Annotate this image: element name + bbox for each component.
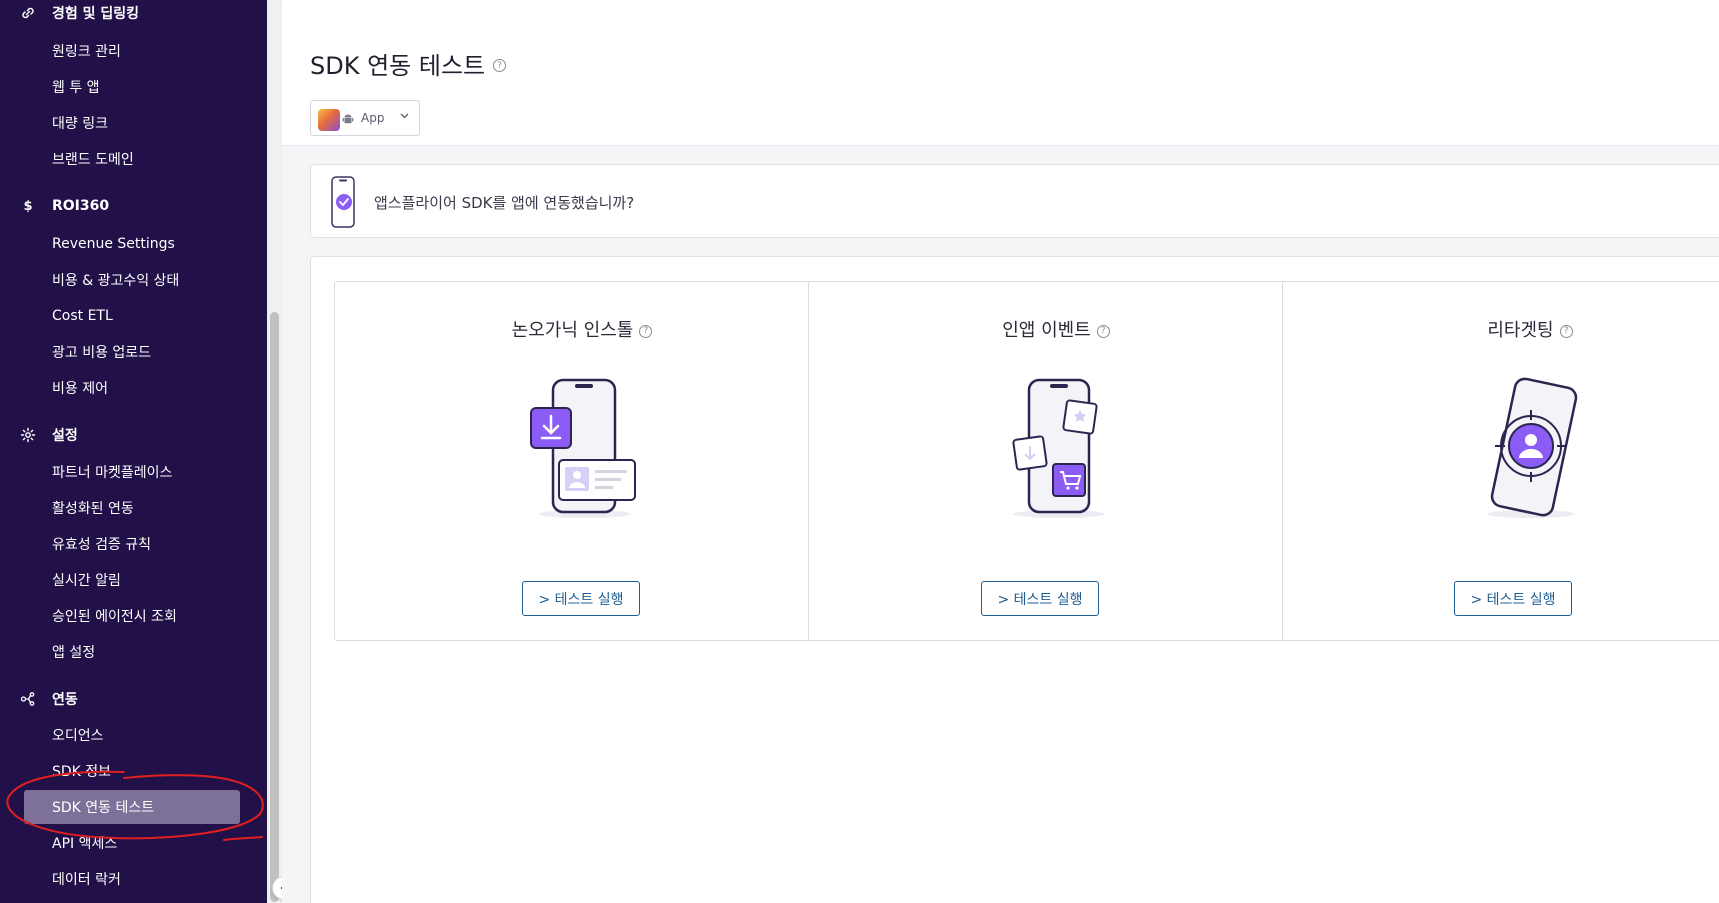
sidebar-item-brand-domain[interactable]: 브랜드 도메인 — [24, 142, 240, 176]
sidebar-item-audiences[interactable]: 오디언스 — [24, 718, 240, 752]
sidebar-item-sdk-info[interactable]: SDK 정보 — [24, 754, 240, 788]
page-title: SDK 연동 테스트 — [310, 52, 486, 80]
sidebar-section-label: 연동 — [52, 692, 78, 708]
sidebar-item-active-integrations[interactable]: 활성화된 연동 — [24, 491, 240, 525]
sidebar-item-cost-revenue-status[interactable]: 비용 & 광고수익 상태 — [24, 263, 240, 297]
app-selector-label: App — [361, 111, 385, 125]
sidebar-item-api-access[interactable]: API 액세스 — [24, 826, 240, 860]
sdk-integration-banner: 앱스플라이어 SDK를 앱에 연동했습니까? — [310, 164, 1719, 238]
sidebar-item-realtime-alerts[interactable]: 실시간 알림 — [24, 563, 240, 597]
link-icon — [20, 5, 36, 21]
card-title: 리타겟팅? — [1283, 316, 1719, 342]
card-non-organic-install: 논오가닉 인스톨? > 테스트 실행 — [334, 281, 830, 641]
gear-icon — [20, 427, 36, 443]
sidebar-section-integration[interactable]: 연동 — [0, 684, 267, 714]
page-header: SDK 연동 테스트 ? App — [282, 6, 1719, 146]
card-title-text: 인앱 이벤트 — [1002, 320, 1091, 341]
sidebar-item-ad-cost-upload[interactable]: 광고 비용 업로드 — [24, 335, 240, 369]
sidebar-item-partner-marketplace[interactable]: 파트너 마켓플레이스 — [24, 455, 240, 489]
sidebar-item-bulk-links[interactable]: 대량 링크 — [24, 106, 240, 140]
sidebar-item-cost-etl[interactable]: Cost ETL — [24, 299, 240, 333]
card-retargeting: 리타겟팅? > 테스트 실행 — [1282, 281, 1719, 641]
android-icon — [342, 114, 354, 124]
test-cards-panel: 논오가닉 인스톨? > 테스트 실행 인앱 이벤트? > 테스트 실행 리타겟팅… — [310, 256, 1719, 903]
card-title: 인앱 이벤트? — [809, 316, 1303, 342]
app-icon — [318, 109, 340, 131]
sidebar-section-label: 경험 및 딥링킹 — [52, 6, 140, 22]
card-title: 논오가닉 인스톨? — [335, 316, 829, 342]
sidebar-item-sdk-integration-test[interactable]: SDK 연동 테스트 — [24, 790, 240, 824]
help-icon[interactable]: ? — [639, 324, 653, 338]
retargeting-illustration — [1487, 377, 1578, 518]
sidebar-scrollbar-thumb[interactable] — [270, 312, 279, 902]
sidebar-item-app-settings[interactable]: 앱 설정 — [24, 635, 240, 669]
in-app-events-illustration — [1012, 378, 1105, 518]
install-illustration — [530, 378, 636, 518]
run-test-button[interactable]: > 테스트 실행 — [1454, 581, 1572, 616]
card-in-app-events: 인앱 이벤트? > 테스트 실행 — [808, 281, 1304, 641]
help-icon[interactable]: ? — [493, 59, 506, 72]
sidebar-item-cost-control[interactable]: 비용 제어 — [24, 371, 240, 405]
sidebar-item-data-locker[interactable]: 데이터 락커 — [24, 862, 240, 896]
sidebar-item-revenue-settings[interactable]: Revenue Settings — [24, 227, 240, 261]
sidebar-section-label: 설정 — [52, 428, 78, 444]
banner-text: 앱스플라이어 SDK를 앱에 연동했습니까? — [374, 194, 635, 212]
app-selector[interactable]: App — [310, 100, 420, 136]
help-icon[interactable]: ? — [1559, 324, 1573, 338]
chevron-down-icon — [399, 110, 410, 124]
sidebar-section-settings[interactable]: 설정 — [0, 420, 267, 450]
dollar-icon: $ — [23, 198, 33, 214]
sidebar-item-approved-agencies[interactable]: 승인된 에이전시 조회 — [24, 599, 240, 633]
sidebar-item-validation-rules[interactable]: 유효성 검증 규칙 — [24, 527, 240, 561]
main-content: SDK 연동 테스트 ? App 앱스플라이어 SDK를 앱에 연동했습니까? — [282, 0, 1719, 903]
card-title-text: 리타겟팅 — [1487, 320, 1554, 341]
sidebar-section-roi360[interactable]: $ ROI360 — [0, 191, 267, 221]
integration-icon — [20, 691, 36, 707]
sidebar-item-web-to-app[interactable]: 웹 투 앱 — [24, 70, 240, 104]
card-title-text: 논오가닉 인스톨 — [511, 320, 634, 341]
sidebar: 경험 및 딥링킹 원링크 관리 웹 투 앱 대량 링크 브랜드 도메인 $ RO… — [0, 0, 267, 903]
phone-check-icon — [331, 176, 355, 228]
sidebar-section-deeplinking[interactable]: 경험 및 딥링킹 — [0, 0, 267, 28]
sidebar-section-label: ROI360 — [52, 198, 110, 214]
run-test-button[interactable]: > 테스트 실행 — [981, 581, 1099, 616]
run-test-button[interactable]: > 테스트 실행 — [522, 581, 640, 616]
help-icon[interactable]: ? — [1096, 324, 1110, 338]
sidebar-item-onelink[interactable]: 원링크 관리 — [24, 34, 240, 68]
